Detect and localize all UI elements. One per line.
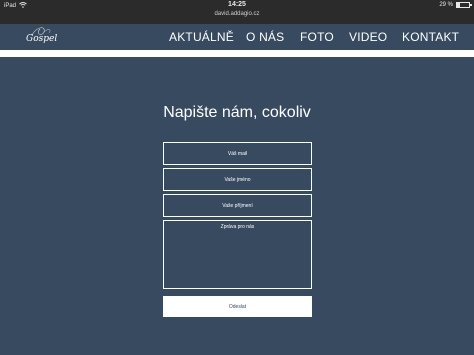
submit-button[interactable]: Odeslat	[163, 296, 312, 317]
status-bar: iPad 14:25 david.addagio.cz 29 %	[0, 0, 474, 24]
status-time: 14:25	[228, 1, 246, 8]
nav-item-o-nas[interactable]: O NÁS	[246, 30, 284, 44]
site-header: Gospel AKTUÁLNĚ O NÁS FOTO VIDEO KONTAKT	[0, 24, 474, 50]
nav-item-foto[interactable]: FOTO	[300, 30, 334, 44]
nav-item-kontakt[interactable]: KONTAKT	[402, 30, 459, 44]
battery-icon	[456, 2, 472, 8]
nav-item-video[interactable]: VIDEO	[349, 30, 387, 44]
battery-percent: 29 %	[439, 2, 453, 8]
address-bar-url[interactable]: david.addagio.cz	[0, 11, 474, 17]
logo[interactable]: Gospel	[22, 25, 62, 47]
header-divider	[0, 50, 474, 57]
logo-text: Gospel	[26, 34, 58, 44]
message-field[interactable]	[163, 220, 312, 289]
nav-item-aktualne[interactable]: AKTUÁLNĚ	[169, 30, 234, 44]
battery-level	[457, 3, 461, 7]
firstname-field[interactable]	[163, 168, 312, 191]
lastname-field[interactable]	[163, 194, 312, 217]
email-field[interactable]	[163, 142, 312, 165]
status-right: 29 %	[439, 2, 472, 8]
page-title: Napište nám, cokoliv	[163, 104, 311, 121]
